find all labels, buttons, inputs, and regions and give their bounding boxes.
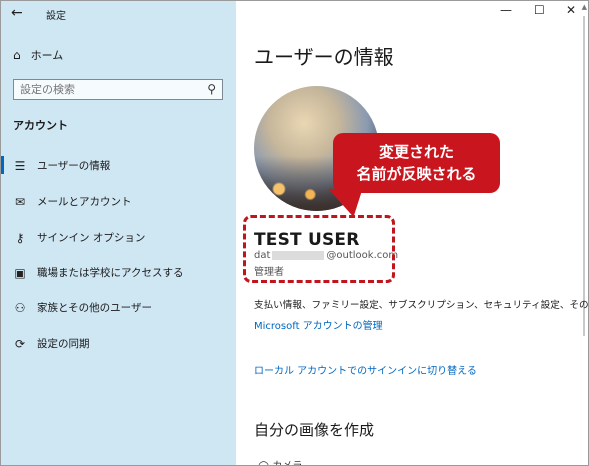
settings-window: ← 設定 ⌂ ホーム ⚲ アカウント ☰ ユーザーの情報 ✉ メールとアカウント… bbox=[0, 0, 589, 466]
sidebar-item-label: 職場または学校にアクセスする bbox=[37, 267, 184, 279]
mail-icon: ✉ bbox=[14, 194, 26, 209]
sidebar-item-sync[interactable]: ⟳ 設定の同期 bbox=[13, 336, 90, 351]
section-heading: アカウント bbox=[13, 119, 68, 132]
active-indicator bbox=[1, 156, 4, 174]
search-icon[interactable]: ⚲ bbox=[207, 82, 216, 96]
sidebar-item-mail[interactable]: ✉ メールとアカウント bbox=[13, 194, 132, 209]
user-info-icon: ☰ bbox=[14, 158, 26, 173]
sync-icon: ⟳ bbox=[14, 336, 26, 351]
sidebar-item-label: 設定の同期 bbox=[37, 338, 90, 350]
sidebar-item-label: サインイン オプション bbox=[37, 232, 146, 244]
page-title: ユーザーの情報 bbox=[254, 45, 394, 69]
sidebar-item-label: メールとアカウント bbox=[37, 196, 132, 208]
sidebar-item-user-info[interactable]: ☰ ユーザーの情報 bbox=[13, 158, 111, 173]
switch-local-account-link[interactable]: ローカル アカウントでのサインインに切り替える bbox=[254, 362, 477, 377]
camera-option-partial[interactable]: ◯ カメラ bbox=[258, 457, 302, 465]
key-icon: ⚷ bbox=[15, 230, 25, 245]
manage-account-link[interactable]: Microsoft アカウントの管理 bbox=[254, 317, 383, 332]
maximize-icon[interactable]: ☐ bbox=[534, 3, 545, 17]
search-box[interactable]: ⚲ bbox=[13, 79, 223, 100]
sidebar: ← 設定 ⌂ ホーム ⚲ アカウント ☰ ユーザーの情報 ✉ メールとアカウント… bbox=[1, 1, 236, 465]
minimize-icon[interactable]: — bbox=[500, 3, 512, 17]
callout-line-2: 名前が反映される bbox=[356, 165, 477, 183]
sidebar-item-label: 家族とその他のユーザー bbox=[37, 302, 152, 314]
sidebar-item-work-school[interactable]: ▣ 職場または学校にアクセスする bbox=[13, 265, 183, 280]
scroll-up-icon[interactable]: ▲ bbox=[582, 3, 587, 11]
callout-line-1: 変更された bbox=[378, 143, 454, 161]
sidebar-item-label: ユーザーの情報 bbox=[37, 160, 111, 172]
sidebar-item-home[interactable]: ⌂ ホーム bbox=[13, 47, 63, 63]
scrollbar[interactable] bbox=[583, 16, 585, 336]
callout-annotation: 変更された 名前が反映される bbox=[333, 133, 500, 193]
search-input[interactable] bbox=[20, 83, 200, 96]
sidebar-item-signin[interactable]: ⚷ サインイン オプション bbox=[13, 230, 146, 245]
home-label: ホーム bbox=[30, 49, 64, 62]
back-arrow-icon[interactable]: ← bbox=[11, 5, 23, 21]
account-info-text: 支払い情報、ファミリー設定、サブスクリプション、セキュリティ設定、その他 bbox=[254, 300, 588, 311]
briefcase-icon: ▣ bbox=[14, 265, 26, 280]
home-icon: ⌂ bbox=[13, 48, 21, 62]
sidebar-item-family[interactable]: ⚇ 家族とその他のユーザー bbox=[13, 300, 152, 315]
create-picture-heading: 自分の画像を作成 bbox=[254, 421, 375, 439]
person-add-icon: ⚇ bbox=[14, 300, 26, 315]
main-content: — ☐ ✕ ▲ ユーザーの情報 TEST USER dat @outlook.co… bbox=[236, 1, 588, 465]
highlight-dashed-box bbox=[243, 215, 395, 283]
window-title: 設定 bbox=[46, 11, 66, 22]
close-icon[interactable]: ✕ bbox=[566, 3, 576, 17]
